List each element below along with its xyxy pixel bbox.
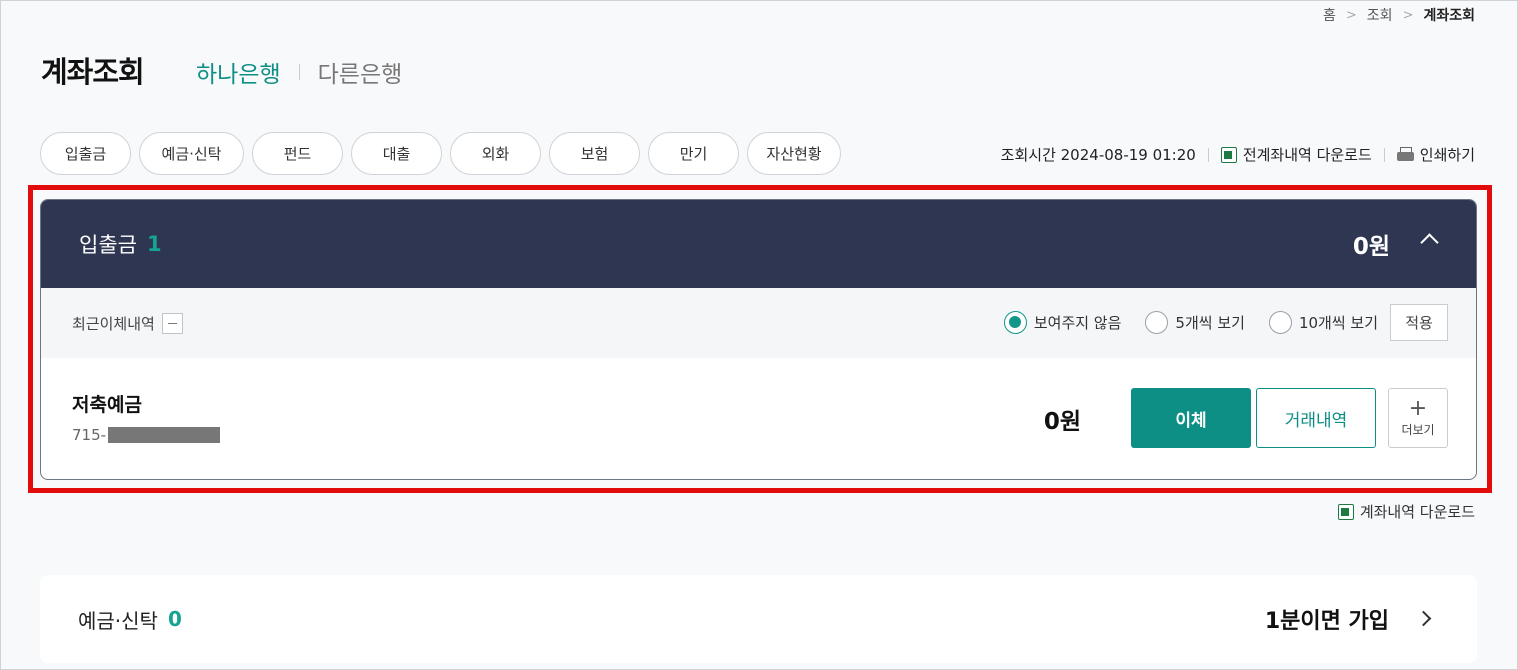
print-button[interactable]: 인쇄하기 (1396, 144, 1475, 165)
plus-icon: + (1408, 395, 1428, 421)
section-label: 예금·신탁 (78, 608, 158, 633)
chevron-up-icon[interactable] (1420, 233, 1439, 252)
recent-transfers-title: 최근이체내역 (72, 314, 155, 333)
chip-asset-status[interactable]: 자산현황 (747, 132, 841, 175)
more-label: 더보기 (1401, 422, 1435, 437)
account-number-mask (108, 427, 221, 443)
transfer-button[interactable]: 이체 (1131, 388, 1251, 448)
divider (1383, 147, 1385, 162)
category-chips: 입출금 예금·신탁 펀드 대출 외화 보험 만기 자산현황 (40, 132, 849, 175)
account-number-prefix: 715- (72, 426, 107, 444)
radio-show-10[interactable]: 10개씩 보기 (1268, 311, 1378, 334)
account-row: 저축예금 715- 0원 이체 거래내역 + 더보기 (41, 358, 1476, 479)
radio-show-5[interactable]: 5개씩 보기 (1145, 311, 1245, 334)
chip-maturity[interactable]: 만기 (648, 132, 739, 175)
radio-circle (1268, 311, 1292, 334)
account-number: 715- (72, 426, 221, 444)
excel-icon (1220, 146, 1237, 163)
card-header[interactable]: 입출금 1 0원 (41, 200, 1476, 288)
chip-foreign-currency[interactable]: 외화 (450, 132, 541, 175)
section-count: 0 (167, 607, 182, 631)
account-name: 저축예금 (72, 394, 142, 416)
chevron-right-icon: > (1402, 7, 1414, 23)
deposit-trust-card[interactable]: 예금·신탁 0 1분이면 가입 (40, 575, 1477, 663)
download-all-button[interactable]: 전계좌내역 다운로드 (1220, 144, 1372, 165)
top-actions: 조회시간 2024-08-19 01:20 전계좌내역 다운로드 인쇄하기 (1001, 144, 1475, 165)
breadcrumb: 홈 > 조회 > 계좌조회 (1323, 5, 1475, 25)
chip-insurance[interactable]: 보험 (549, 132, 640, 175)
recent-transfers-bar: 최근이체내역 보여주지 않음 5개씩 보기 10개씩 보기 적용 (41, 288, 1476, 358)
chevron-right-icon[interactable] (1415, 610, 1432, 627)
radio-label: 10개씩 보기 (1298, 314, 1378, 332)
bank-tabs: 하나은행 다른은행 (196, 55, 402, 89)
chip-loan[interactable]: 대출 (351, 132, 442, 175)
deposit-withdrawal-card: 입출금 1 0원 최근이체내역 보여주지 않음 5개씩 보기 10개씩 보기 적… (40, 199, 1477, 480)
more-button[interactable]: + 더보기 (1388, 388, 1448, 448)
collapse-minus-icon[interactable] (161, 312, 183, 334)
download-all-label: 전계좌내역 다운로드 (1242, 146, 1372, 164)
radio-circle (1003, 311, 1027, 334)
section-total: 0원 (1352, 234, 1390, 260)
chip-deposit-withdrawal[interactable]: 입출금 (40, 132, 131, 175)
chip-deposit-trust[interactable]: 예금·신탁 (139, 132, 244, 175)
tab-divider (298, 64, 300, 80)
query-time: 조회시간 2024-08-19 01:20 (1000, 146, 1196, 164)
account-download-label: 계좌내역 다운로드 (1359, 503, 1475, 521)
print-label: 인쇄하기 (1419, 146, 1475, 164)
breadcrumb-inquiry[interactable]: 조회 (1367, 5, 1393, 25)
page-title: 계좌조회 (41, 55, 145, 89)
section-count: 1 (146, 232, 162, 256)
view-options: 보여주지 않음 5개씩 보기 10개씩 보기 적용 (1003, 304, 1448, 341)
account-balance: 0원 (1043, 409, 1081, 435)
radio-label: 보여주지 않음 (1033, 314, 1122, 332)
section-label: 입출금 (79, 233, 137, 257)
breadcrumb-home[interactable]: 홈 (1323, 5, 1336, 25)
account-download-button[interactable]: 계좌내역 다운로드 (1337, 501, 1475, 522)
radio-hide[interactable]: 보여주지 않음 (1003, 311, 1122, 334)
chip-fund[interactable]: 펀드 (252, 132, 343, 175)
breadcrumb-current: 계좌조회 (1423, 8, 1475, 24)
divider (1207, 147, 1209, 162)
radio-circle (1145, 311, 1169, 334)
tab-other-bank[interactable]: 다른은행 (318, 55, 403, 89)
transaction-history-button[interactable]: 거래내역 (1256, 388, 1376, 448)
printer-icon (1396, 147, 1414, 162)
chevron-right-icon: > (1345, 7, 1357, 23)
join-label: 1분이면 가입 (1264, 609, 1389, 634)
radio-label: 5개씩 보기 (1175, 314, 1245, 332)
tab-hana-bank[interactable]: 하나은행 (196, 55, 281, 89)
excel-icon (1337, 503, 1354, 520)
apply-button[interactable]: 적용 (1390, 304, 1448, 341)
